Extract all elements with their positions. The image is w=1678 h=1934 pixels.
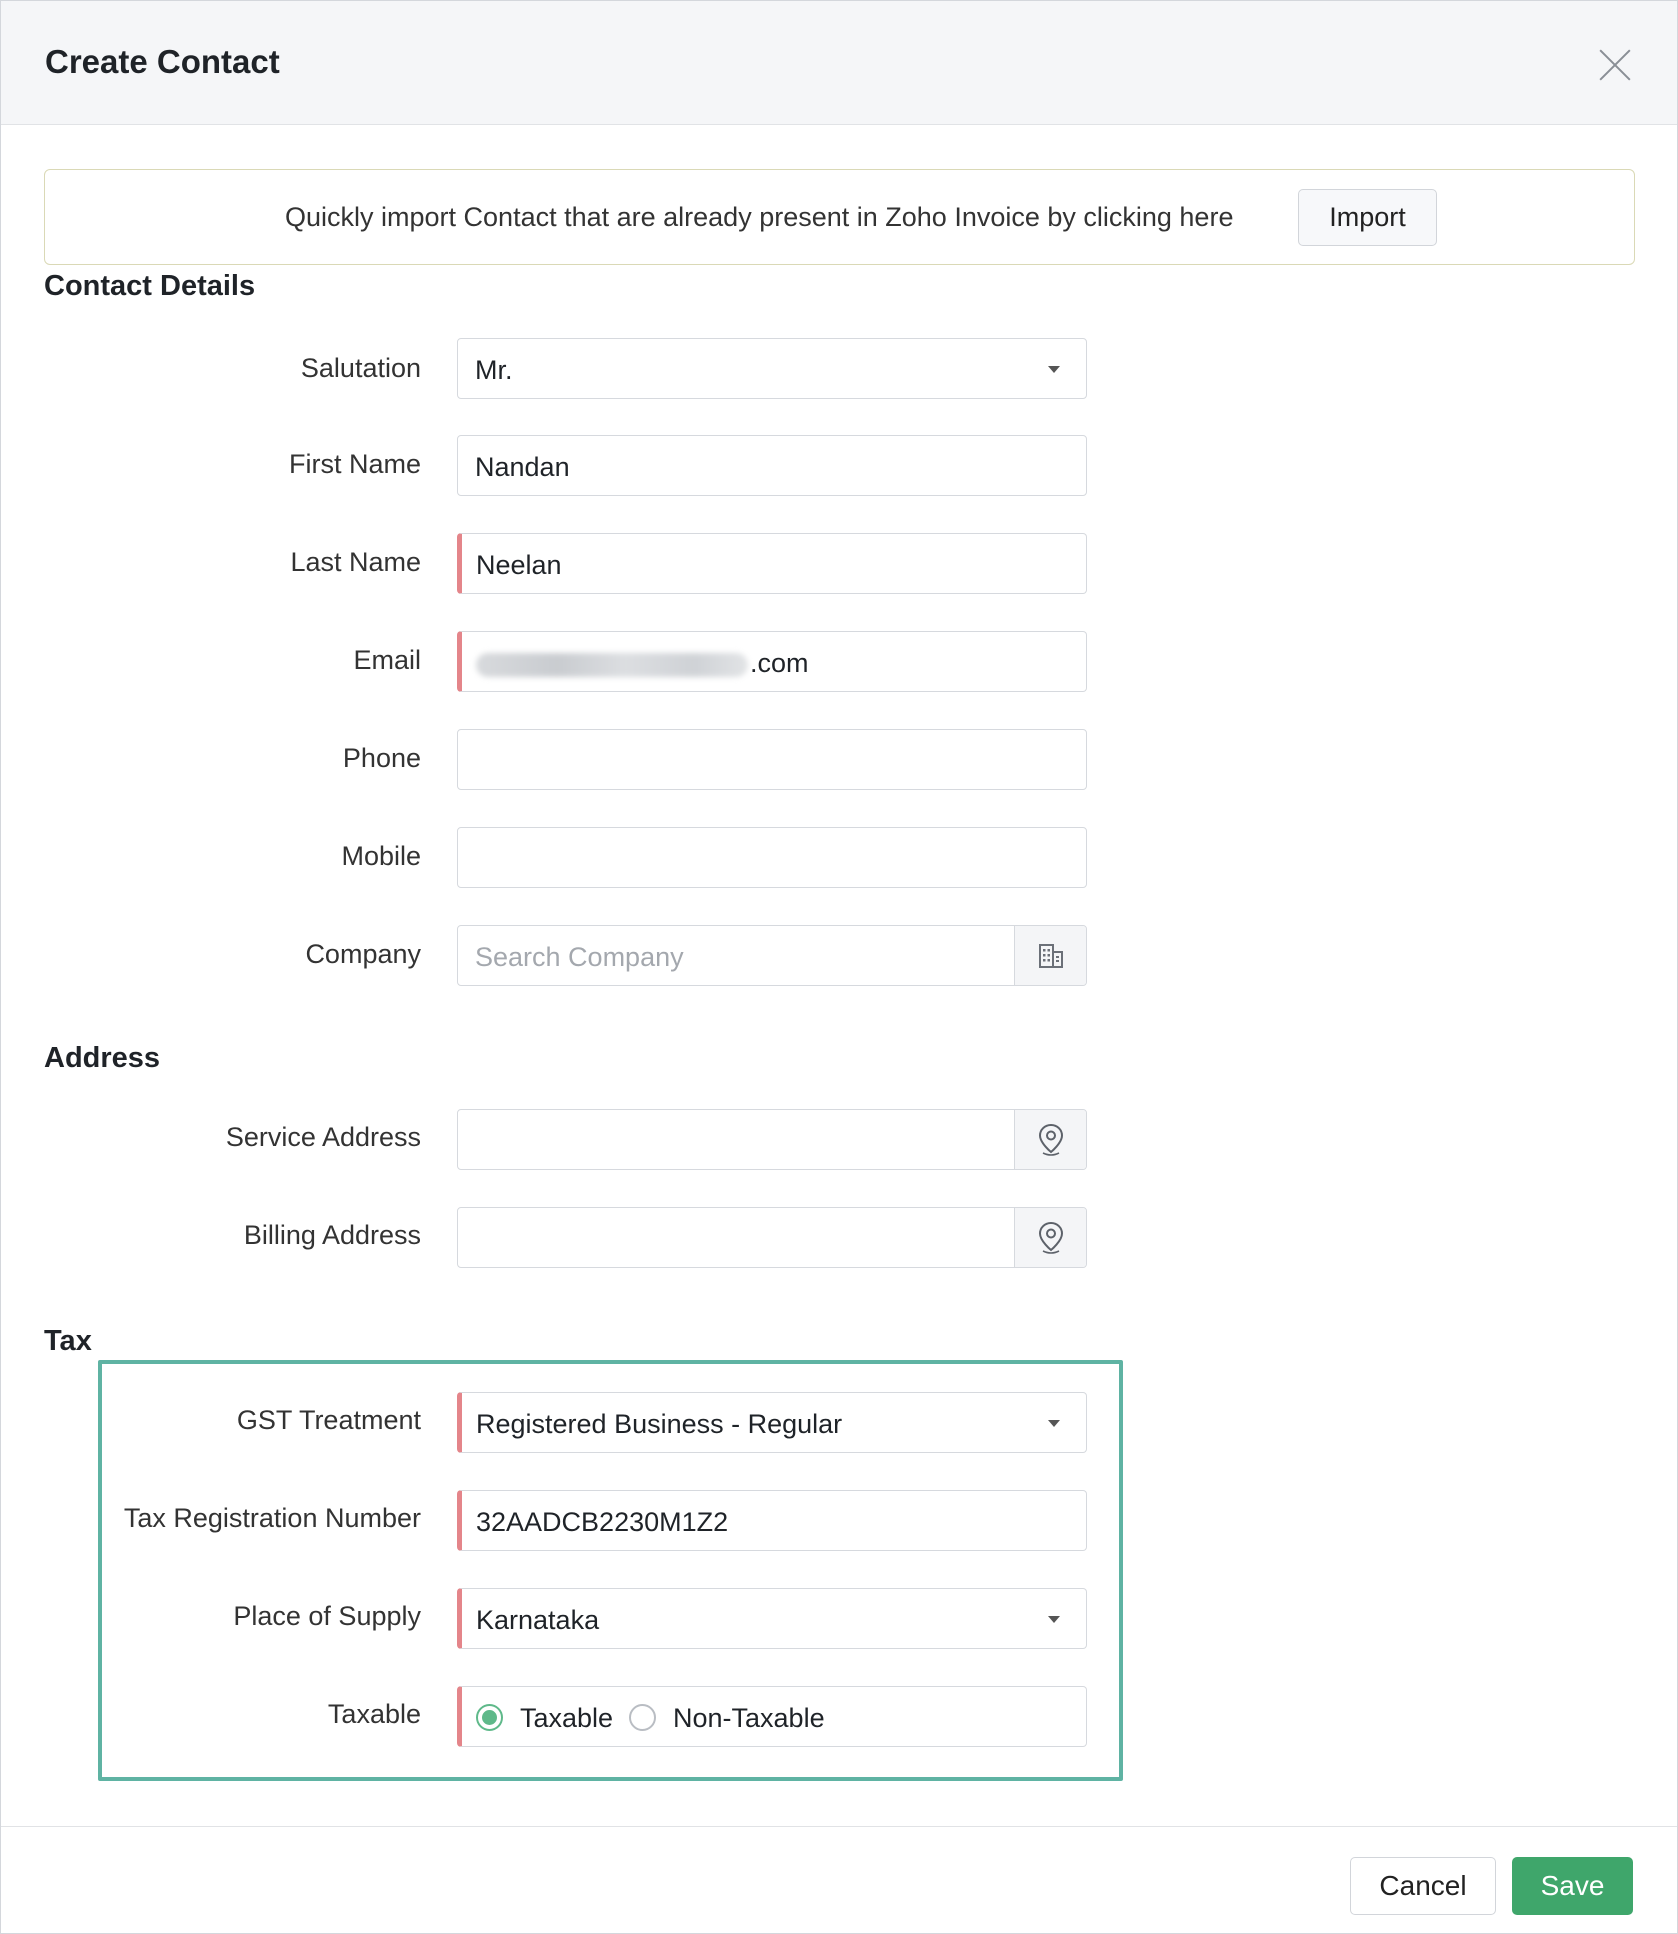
dialog-header: Create Contact [1,1,1677,125]
tax-registration-number-label: Tax Registration Number [123,1503,421,1533]
phone-field[interactable] [457,729,1087,790]
mobile-label: Mobile [341,841,421,871]
email-field[interactable]: .com [457,631,1087,692]
gst-treatment-label: GST Treatment [236,1405,421,1435]
dialog-footer: Cancel Save [1,1826,1677,1933]
gst-treatment-value: Registered Business - Regular [476,1409,843,1439]
first-name-label: First Name [288,449,421,479]
email-label: Email [353,645,421,675]
non-taxable-radio-label[interactable]: Non-Taxable [673,1703,825,1734]
company-label: Company [305,939,421,969]
close-icon[interactable] [1597,47,1633,83]
create-contact-dialog: Create Contact Quickly import Contact th… [0,0,1678,1934]
email-value: .com [476,648,809,679]
billing-address-field[interactable] [457,1207,1087,1268]
service-address-label: Service Address [225,1122,421,1152]
non-taxable-radio[interactable] [629,1704,656,1731]
save-button[interactable]: Save [1512,1857,1633,1915]
tax-registration-number-value: 32AADCB2230M1Z2 [476,1507,729,1537]
taxable-radio[interactable] [476,1704,503,1731]
chevron-down-icon [1048,1616,1060,1623]
salutation-value: Mr. [475,355,513,385]
salutation-select[interactable]: Mr. [457,338,1087,399]
taxable-label: Taxable [327,1699,421,1729]
taxable-radio-group: Taxable Non-Taxable [457,1686,1087,1747]
chevron-down-icon [1048,366,1060,373]
service-address-field[interactable] [457,1109,1087,1170]
billing-address-label: Billing Address [243,1220,421,1250]
section-title-address: Address [44,1042,161,1074]
place-of-supply-label: Place of Supply [233,1601,421,1631]
map-pin-icon[interactable] [1014,1208,1086,1267]
map-pin-icon[interactable] [1014,1110,1086,1169]
dialog-title: Create Contact [45,43,280,80]
cancel-button[interactable]: Cancel [1350,1857,1496,1915]
first-name-field[interactable]: Nandan [457,435,1087,496]
first-name-value: Nandan [475,452,570,482]
gst-treatment-select[interactable]: Registered Business - Regular [457,1392,1087,1453]
taxable-radio-label[interactable]: Taxable [520,1703,613,1734]
last-name-label: Last Name [290,547,421,577]
import-banner: Quickly import Contact that are already … [44,169,1635,265]
section-title-tax: Tax [44,1325,92,1357]
place-of-supply-value: Karnataka [476,1605,600,1635]
company-search-input[interactable]: Search Company [457,925,1087,986]
tax-registration-number-field[interactable]: 32AADCB2230M1Z2 [457,1490,1087,1551]
place-of-supply-select[interactable]: Karnataka [457,1588,1087,1649]
company-placeholder: Search Company [475,942,684,972]
last-name-field[interactable]: Neelan [457,533,1087,594]
last-name-value: Neelan [476,550,562,580]
section-title-contact-details: Contact Details [44,270,256,302]
salutation-label: Salutation [300,353,421,383]
redacted-email-blur [476,652,748,677]
building-icon[interactable] [1014,926,1086,985]
chevron-down-icon [1048,1420,1060,1427]
import-button[interactable]: Import [1298,189,1437,246]
mobile-field[interactable] [457,827,1087,888]
import-banner-text: Quickly import Contact that are already … [285,202,1234,232]
phone-label: Phone [342,743,421,773]
